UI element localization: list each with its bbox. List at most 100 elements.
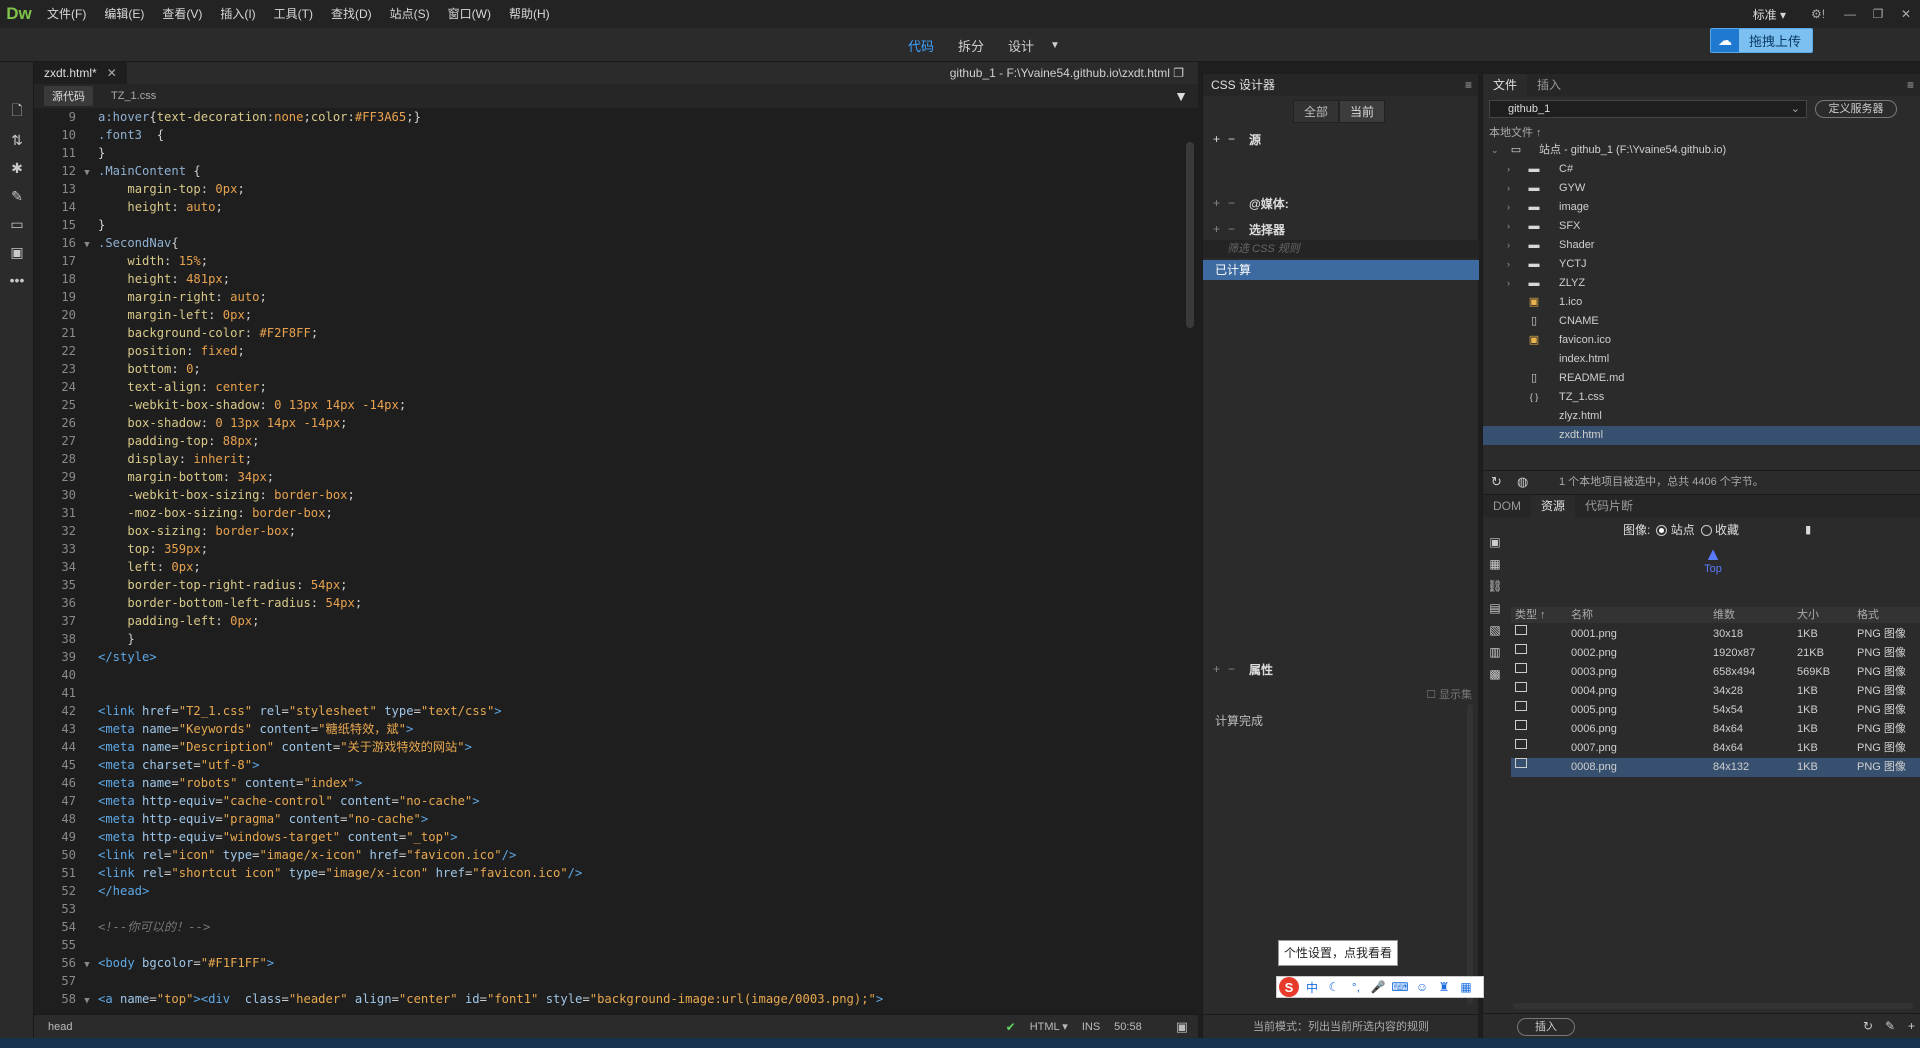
table-row[interactable]: 0008.png 84x132 1KB PNG 图像 (1511, 758, 1920, 777)
open-documents-icon[interactable]: 🗋 (0, 98, 34, 126)
menu-item[interactable]: 站点(S) (381, 0, 439, 28)
design-view-button[interactable]: 设计 (996, 36, 1046, 55)
code-line[interactable]: 18 height: 481px; (34, 270, 1184, 288)
column-dimensions[interactable]: 维数 (1713, 607, 1735, 623)
table-row[interactable]: 0003.png 658x494 569KB PNG 图像 (1511, 663, 1920, 682)
column-size[interactable]: 大小 (1797, 607, 1819, 623)
code-line[interactable]: 44 <meta name="Description" content="关于游戏… (34, 738, 1184, 756)
code-line[interactable]: 19 margin-right: auto; (34, 288, 1184, 306)
code-line[interactable]: 37 padding-left: 0px; (34, 612, 1184, 630)
add-selector-icon[interactable]: +− (1203, 222, 1249, 236)
add-property-icon[interactable]: +− (1203, 662, 1249, 676)
related-file-tab[interactable]: TZ_1.css (103, 88, 164, 104)
tab-dom[interactable]: DOM (1483, 495, 1531, 517)
document-tab[interactable]: zxdt.html* ✕ (34, 62, 127, 84)
code-line[interactable]: 36 border-bottom-left-radius: 54px; (34, 594, 1184, 612)
menu-item[interactable]: 工具(T) (265, 0, 322, 28)
code-line[interactable]: 10 .font3 { (34, 126, 1184, 144)
code-line[interactable]: 40 (34, 666, 1184, 684)
code-line[interactable]: 13 margin-top: 0px; (34, 180, 1184, 198)
define-server-button[interactable]: 定义服务器 (1815, 100, 1897, 118)
local-files-header[interactable]: 本地文件 ↑ (1489, 124, 1542, 140)
code-line[interactable]: 23 bottom: 0; (34, 360, 1184, 378)
media-icon[interactable]: ▤ (1483, 597, 1507, 619)
link-icon[interactable]: ⛓ (1483, 575, 1507, 597)
bookmark-icon[interactable]: ▮ (1805, 523, 1811, 536)
workspace-switcher[interactable]: 标准 ▾ (1739, 6, 1800, 23)
panel-menu-icon[interactable]: ≡ (1907, 74, 1914, 96)
tab-assets[interactable]: 资源 (1531, 495, 1576, 517)
menu-item[interactable]: 文件(F) (38, 0, 95, 28)
gear-icon[interactable]: ⚙! (1800, 7, 1836, 21)
code-line[interactable]: 54 <!--你可以的！--> (34, 918, 1184, 936)
refresh-icon[interactable]: ↻ (1863, 1019, 1873, 1033)
globe-icon[interactable]: ◍ (1517, 471, 1528, 493)
panel-menu-icon[interactable]: ≡ (1465, 74, 1472, 96)
chevron-right-icon[interactable]: › (1507, 236, 1510, 255)
upload-button[interactable]: ☁ 拖拽上传 (1710, 28, 1813, 53)
ime-tooltip[interactable]: 个性设置，点我看看 (1278, 940, 1398, 966)
code-line[interactable]: 47 <meta http-equiv="cache-control" conte… (34, 792, 1184, 810)
tag-selector[interactable]: head (48, 1021, 72, 1033)
chevron-right-icon[interactable]: › (1507, 217, 1510, 236)
code-line[interactable]: 46 <meta name="robots" content="index"> (34, 774, 1184, 792)
code-line[interactable]: 22 position: fixed; (34, 342, 1184, 360)
code-line[interactable]: 16 ▼ .SecondNav{ (34, 234, 1184, 252)
close-icon[interactable]: ✕ (107, 66, 117, 80)
moon-icon[interactable]: ☾ (1325, 980, 1343, 994)
table-row[interactable]: 0002.png 1920x87 21KB PNG 图像 (1511, 644, 1920, 663)
code-line[interactable]: 39 </style> (34, 648, 1184, 666)
color-icon[interactable]: ▦ (1483, 553, 1507, 575)
file-item[interactable]: › ▬ image (1483, 198, 1920, 217)
code-line[interactable]: 48 <meta http-equiv="pragma" content="no-… (34, 810, 1184, 828)
refresh-icon[interactable]: ↻ (1491, 471, 1502, 493)
selector-filter-input[interactable]: 筛选 CSS 规则 (1203, 240, 1479, 258)
code-line[interactable]: 32 box-sizing: border-box; (34, 522, 1184, 540)
code-line[interactable]: 20 margin-left: 0px; (34, 306, 1184, 324)
tab-insert[interactable]: 插入 (1527, 74, 1571, 96)
code-line[interactable]: 42 <link href="T2_1.css" rel="stylesheet"… (34, 702, 1184, 720)
insert-button[interactable]: 插入 (1517, 1018, 1575, 1036)
file-item[interactable]: zlyz.html (1483, 407, 1920, 426)
code-line[interactable]: 24 text-align: center; (34, 378, 1184, 396)
code-line[interactable]: 28 display: inherit; (34, 450, 1184, 468)
tab-files[interactable]: 文件 (1483, 74, 1528, 96)
file-item[interactable]: › ▬ GYW (1483, 179, 1920, 198)
code-line[interactable]: 15} (34, 216, 1184, 234)
table-row[interactable]: 0006.png 84x64 1KB PNG 图像 (1511, 720, 1920, 739)
more-icon[interactable]: ••• (0, 266, 34, 294)
keyboard-icon[interactable]: ⌨ (1391, 980, 1409, 994)
code-line[interactable]: 56 ▼ <body bgcolor="#F1F1FF"> (34, 954, 1184, 972)
code-line[interactable]: 51 <link rel="shortcut icon" type="image/… (34, 864, 1184, 882)
code-line[interactable]: 34 left: 0px; (34, 558, 1184, 576)
code-line[interactable]: 27 padding-top: 88px; (34, 432, 1184, 450)
computed-selector-item[interactable]: 已计算 (1203, 260, 1479, 280)
code-line[interactable]: 45 <meta charset="utf-8"> (34, 756, 1184, 774)
file-item[interactable]: › ▬ C# (1483, 160, 1920, 179)
menu-item[interactable]: 插入(I) (211, 0, 264, 28)
apply-comment-icon[interactable]: ▭ (0, 210, 34, 238)
table-row[interactable]: 0005.png 54x54 1KB PNG 图像 (1511, 701, 1920, 720)
code-line[interactable]: 25 -webkit-box-shadow: 0 13px 14px -14px… (34, 396, 1184, 414)
column-type[interactable]: 类型 ↑ (1515, 607, 1546, 623)
chevron-down-icon[interactable]: ⌄ (1491, 141, 1499, 160)
ime-mode[interactable]: 中 (1303, 979, 1321, 996)
document-type-select[interactable]: HTML ▾ (1030, 1020, 1068, 1033)
add-source-icon[interactable]: +− (1203, 132, 1249, 146)
current-mode-button[interactable]: 当前 (1339, 100, 1386, 123)
live-view-options-icon[interactable]: ✱ (0, 154, 34, 182)
format-source-icon[interactable]: ✎ (0, 182, 34, 210)
properties-scrollbar[interactable] (1467, 704, 1473, 1004)
code-line[interactable]: 30 -webkit-box-sizing: border-box; (34, 486, 1184, 504)
table-row[interactable]: 0004.png 34x28 1KB PNG 图像 (1511, 682, 1920, 701)
table-row[interactable]: 0007.png 84x64 1KB PNG 图像 (1511, 739, 1920, 758)
column-name[interactable]: 名称 (1571, 607, 1593, 623)
code-line[interactable]: 11} (34, 144, 1184, 162)
code-line[interactable]: 50 <link rel="icon" type="image/x-icon" h… (34, 846, 1184, 864)
file-management-icon[interactable]: ⇅ (0, 126, 34, 154)
code-line[interactable]: 38 } (34, 630, 1184, 648)
code-line[interactable]: 31 -moz-box-sizing: border-box; (34, 504, 1184, 522)
code-line[interactable]: 53 (34, 900, 1184, 918)
code-line[interactable]: 49 <meta http-equiv="windows-target" cont… (34, 828, 1184, 846)
fold-toggle-icon[interactable]: ▼ (76, 992, 98, 1010)
